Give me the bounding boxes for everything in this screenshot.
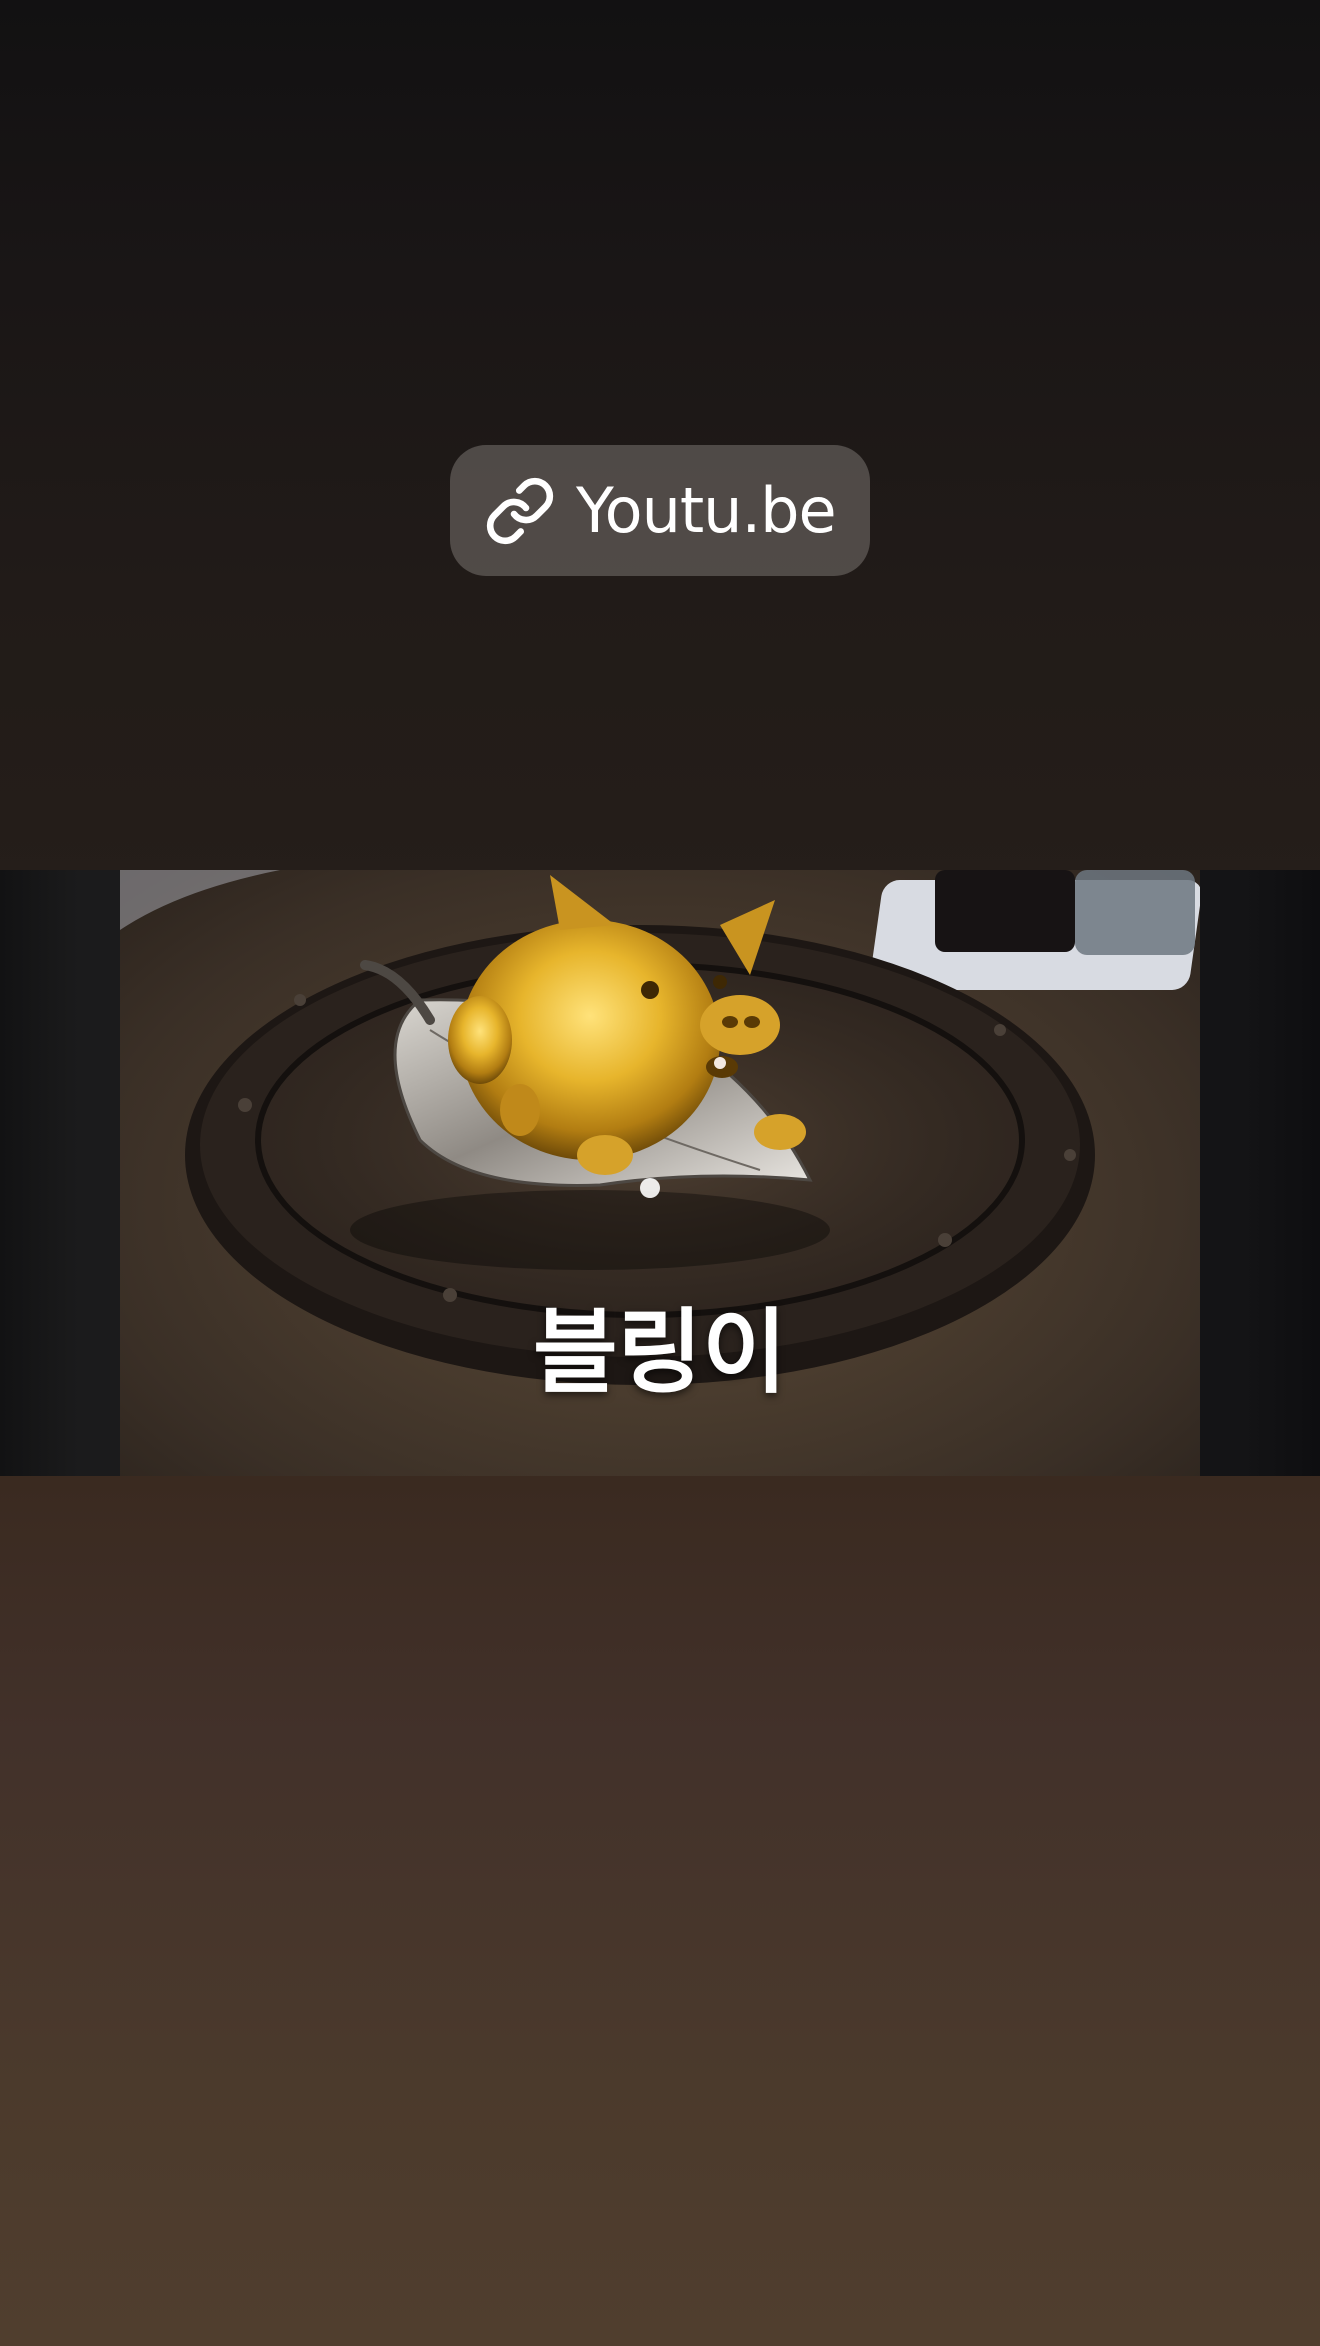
- video-caption: 블링이: [533, 1299, 787, 1406]
- video-thumbnail[interactable]: 블링이: [120, 870, 1200, 1476]
- link-sticker[interactable]: Youtu.be: [450, 445, 870, 576]
- link-icon: [484, 475, 556, 547]
- link-sticker-label: Youtu.be: [576, 474, 837, 547]
- story-background-lower: [0, 1476, 1320, 2346]
